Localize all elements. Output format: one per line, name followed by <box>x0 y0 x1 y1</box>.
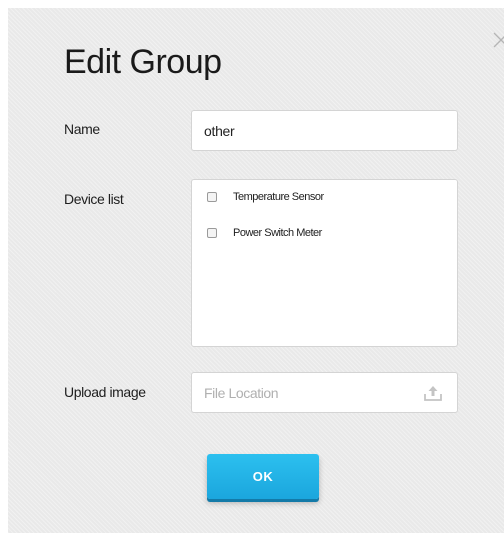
file-location-placeholder: File Location <box>204 384 279 401</box>
device-checkbox[interactable] <box>207 192 217 202</box>
file-location-input[interactable]: File Location <box>191 372 458 413</box>
upload-image-label: Upload image <box>64 384 146 400</box>
upload-icon[interactable] <box>423 384 443 402</box>
dialog-title: Edit Group <box>64 43 222 81</box>
device-item-power-switch-meter[interactable]: Power Switch Meter <box>192 224 457 242</box>
device-label: Power Switch Meter <box>233 227 322 239</box>
device-item-temperature-sensor[interactable]: Temperature Sensor <box>192 188 457 206</box>
device-checkbox[interactable] <box>207 228 217 238</box>
close-icon[interactable] <box>491 30 504 50</box>
device-list-label: Device list <box>64 191 124 207</box>
name-input[interactable] <box>191 110 458 151</box>
device-list[interactable]: Temperature Sensor Power Switch Meter <box>191 179 458 347</box>
device-label: Temperature Sensor <box>233 191 324 203</box>
ok-button[interactable]: OK <box>207 454 319 499</box>
name-label: Name <box>64 121 100 137</box>
